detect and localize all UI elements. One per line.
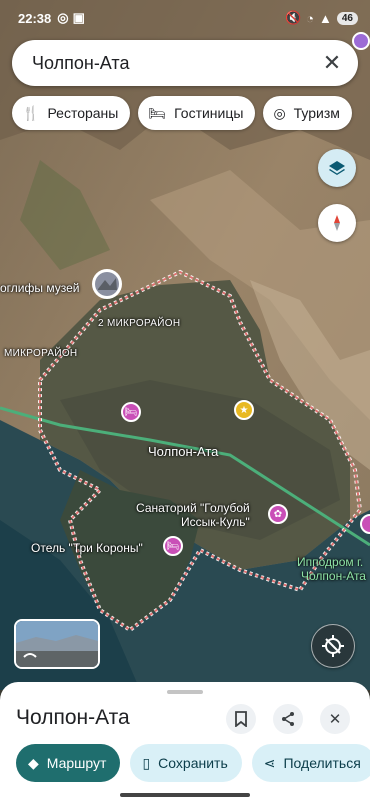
bookmark-icon: ▯ xyxy=(142,754,151,771)
maps-screen: оглифы музей 2 МИКРОРАЙОН МИКРОРАЙОН Чол… xyxy=(0,0,370,802)
bookmark-icon xyxy=(235,711,247,727)
signal-icon: ▲ xyxy=(319,10,332,26)
status-time: 22:38 xyxy=(18,10,52,26)
chip-restaurants[interactable]: 🍴 Рестораны xyxy=(12,96,131,130)
close-icon[interactable]: ✕ xyxy=(320,50,344,76)
mute-icon: 🔇 xyxy=(284,10,302,25)
map-label-micro: МИКРОРАЙОН xyxy=(4,348,78,359)
share-button[interactable] xyxy=(273,704,303,734)
close-icon: ✕ xyxy=(328,711,342,728)
chip-hotels[interactable]: 🛏 Гостиницы xyxy=(138,96,256,130)
save-button[interactable]: ▯ Сохранить xyxy=(130,744,242,782)
street-view-thumbnail[interactable] xyxy=(14,619,100,669)
map-label-hippodrome[interactable]: Ипподром г. Чолпон-Ата xyxy=(297,555,366,583)
share-label: Поделиться xyxy=(283,755,361,771)
street-view-image xyxy=(16,621,98,667)
spa-pin-icon[interactable]: ✿ xyxy=(268,504,288,524)
chip-tourism[interactable]: ◎ Туризм xyxy=(263,96,352,130)
category-chips: 🍴 Рестораны 🛏 Гостиницы ◎ Туризм xyxy=(12,96,352,130)
hippodrome-line1: Ипподром г. xyxy=(297,555,364,569)
search-bar[interactable]: Чолпон-Ата ✕ xyxy=(12,40,358,86)
whatsapp-icon: ◎ xyxy=(57,10,69,25)
map-label-sanatorium[interactable]: Санаторий "Голубой Иссык-Куль" xyxy=(136,501,250,529)
fork-knife-icon: 🍴 xyxy=(22,104,40,121)
share-icon xyxy=(282,712,294,726)
compass-button[interactable] xyxy=(318,204,356,242)
bed-icon: 🛏 xyxy=(148,104,167,121)
hotel-pin-icon-2[interactable]: 🛏 xyxy=(163,536,183,556)
directions-button[interactable]: ◆ Маршрут xyxy=(16,744,121,782)
sanatorium-line2: Иссык-Куль" xyxy=(181,515,250,529)
map-label-micro2: 2 МИКРОРАЙОН xyxy=(98,318,181,329)
layers-button[interactable] xyxy=(318,149,356,187)
recenter-button[interactable] xyxy=(311,624,355,668)
sanatorium-line1: Санаторий "Голубой xyxy=(136,501,250,515)
share-icon: ⋖ xyxy=(263,754,276,771)
save-label: Сохранить xyxy=(158,755,228,771)
directions-icon: ◆ xyxy=(28,754,39,771)
battery-indicator: 46 xyxy=(336,11,358,25)
wifi-icon: ◔ xyxy=(306,10,314,26)
directions-label: Маршрут xyxy=(46,755,107,771)
camera-icon: ◎ xyxy=(273,104,286,121)
map-label-city: Чолпон-Ата xyxy=(148,444,219,459)
star-pin-icon[interactable]: ★ xyxy=(234,400,254,420)
search-input[interactable]: Чолпон-Ата xyxy=(32,53,320,74)
chip-label: Рестораны xyxy=(47,105,119,121)
bookmark-button[interactable] xyxy=(226,704,256,734)
hotel-pin-icon[interactable]: 🛏 xyxy=(121,402,141,422)
place-title: Чолпон-Ата xyxy=(16,706,130,729)
action-buttons: ◆ Маршрут ▯ Сохранить ⋖ Поделиться xyxy=(16,744,370,782)
share-action-button[interactable]: ⋖ Поделиться xyxy=(251,744,370,782)
map-label-hotel[interactable]: Отель "Три Короны" xyxy=(31,541,143,555)
map-label-petroglyphs[interactable]: оглифы музей xyxy=(0,281,79,295)
hippodrome-line2: Чолпон-Ата xyxy=(301,569,366,583)
no-location-icon xyxy=(322,635,344,657)
place-bottom-sheet[interactable]: Чолпон-Ата ✕ ◆ Маршрут ▯ Сохранить ⋖ Под… xyxy=(0,682,370,802)
chip-label: Туризм xyxy=(293,105,340,121)
sheet-drag-handle[interactable] xyxy=(167,690,203,694)
screen-record-icon: ▣ xyxy=(72,10,85,25)
close-sheet-button[interactable]: ✕ xyxy=(320,704,350,734)
status-bar: 22:38 ◎ ▣ 🔇 ◔ ▲ 46 xyxy=(0,0,370,36)
compass-icon xyxy=(334,215,340,231)
layers-icon xyxy=(329,161,345,175)
profile-avatar[interactable] xyxy=(352,32,370,50)
chip-label: Гостиницы xyxy=(174,105,244,121)
gesture-nav-bar[interactable] xyxy=(120,793,250,797)
